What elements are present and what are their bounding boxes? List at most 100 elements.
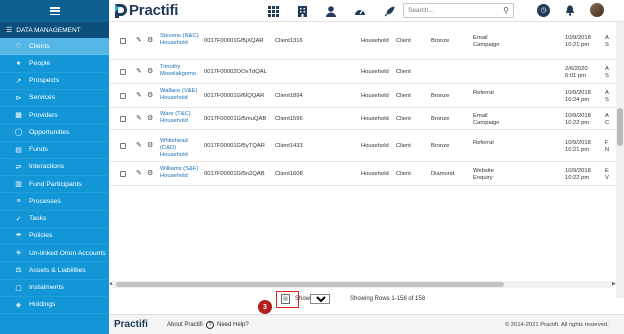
gear-icon[interactable]: ⚙	[147, 142, 153, 149]
horizontal-scroll-thumb[interactable]	[116, 282, 504, 287]
page-size-select[interactable]: 200	[310, 294, 330, 304]
lead-source: Referral	[473, 90, 494, 96]
sidebar-item-label: Tasks	[29, 215, 47, 223]
sidebar-item-assets-liabilities[interactable]: ⚖ Assets & Liabilities	[0, 262, 109, 280]
sidebar-item-instalments[interactable]: ▢ Instalments	[0, 280, 109, 297]
edit-icon[interactable]: ✎	[136, 115, 142, 122]
client-name-link[interactable]: Whitehead (C&D) Household	[160, 138, 202, 159]
building-icon[interactable]	[296, 5, 308, 17]
edit-icon[interactable]: ✎	[136, 92, 142, 99]
clock-icon[interactable]: ◷	[537, 3, 550, 17]
edit-icon[interactable]: ✎	[136, 170, 142, 177]
link-icon: ✳	[15, 250, 22, 258]
sidebar-item-processes[interactable]: ≡ Processes	[0, 193, 109, 211]
search-input[interactable]	[408, 7, 498, 14]
sidebar-item-prospects[interactable]: ↗ Prospects	[0, 73, 109, 90]
about-link[interactable]: About Practifi	[167, 322, 203, 328]
person-icon: ●	[16, 59, 21, 67]
sidebar-item-label: Processes	[29, 197, 61, 205]
sidebar-item-services[interactable]: ⊳ Services	[0, 90, 109, 107]
search-icon[interactable]: ⚲	[503, 6, 509, 15]
sidebar-item-fund-participants[interactable]: ▥ Fund Participants	[0, 176, 109, 194]
gear-icon[interactable]: ⚙	[147, 68, 153, 75]
gear-icon[interactable]: ⚙	[147, 92, 153, 99]
help-icon[interactable]: ?	[206, 321, 214, 329]
gear-icon[interactable]: ⚙	[147, 170, 153, 177]
horizontal-scrollbar[interactable]	[112, 281, 612, 288]
vertical-scroll-thumb[interactable]	[617, 108, 623, 146]
sidebar-item-holdings[interactable]: ◈ Holdings	[0, 297, 109, 314]
bell-icon[interactable]	[564, 4, 576, 16]
record-id: 0017F00001Gf5muQAB	[204, 116, 267, 122]
modified-time: 10:24 pm	[565, 97, 590, 103]
record-type: Household	[361, 93, 389, 99]
sidebar-item-clients[interactable]: ♡ Clients	[0, 38, 109, 56]
row-checkbox[interactable]	[120, 93, 126, 99]
copyright: © 2014-2021 Practifi. All rights reserve…	[505, 322, 609, 328]
table-row: ✎ ⚙ Wallace (V&E) Household 0017F00001Gf6lQ…	[109, 84, 616, 108]
client-name-link[interactable]: Stevens (N&C) Household	[160, 33, 202, 47]
row-checkbox[interactable]	[120, 38, 126, 44]
vertical-scrollbar[interactable]	[616, 22, 624, 298]
service-tier: Bronze	[431, 38, 450, 44]
modified-date: 2/6/2020	[565, 66, 588, 72]
record-type: Household	[361, 38, 389, 44]
row-checkbox[interactable]	[120, 143, 126, 149]
fund-icon: ▤	[15, 146, 22, 154]
sidebar-toggle[interactable]	[0, 0, 109, 22]
sidebar-item-label: Opportunities	[29, 128, 70, 136]
rocket-icon[interactable]	[383, 5, 395, 17]
sidebar-item-label: Fund Participants	[29, 180, 82, 188]
modified-date: 10/9/2018	[565, 168, 591, 174]
edit-icon[interactable]: ✎	[136, 68, 142, 75]
sidebar-item-label: Prospects	[29, 77, 60, 85]
row-checkbox[interactable]	[120, 171, 126, 177]
sidebar-item-funds[interactable]: ▤ Funds	[0, 142, 109, 159]
sidebar-item-un-linked-orion-accounts[interactable]: ✳ Un-linked Orion Accounts	[0, 245, 109, 263]
record-type: Household	[361, 171, 389, 177]
sidebar-item-label: Instalments	[29, 284, 64, 292]
lead-source: Referral	[473, 140, 494, 146]
sidebar-item-people[interactable]: ● People	[0, 55, 109, 73]
client-number: Client1316	[275, 38, 303, 44]
tag-icon: ⊳	[15, 94, 22, 102]
sidebar-item-policies[interactable]: ☂ Policies	[0, 228, 109, 245]
modified-date: 10/9/2018	[565, 35, 591, 41]
sidebar-item-providers[interactable]: ▦ Providers	[0, 107, 109, 125]
scroll-right-icon[interactable]: ▶	[612, 281, 616, 287]
edit-icon[interactable]: ✎	[136, 142, 142, 149]
record-category: Client	[396, 93, 411, 99]
record-id: 0017F00002OOxTdQAL	[204, 69, 267, 75]
export-csv-icon[interactable]: ▤	[281, 294, 290, 304]
layers-icon: ◈	[15, 301, 22, 309]
global-search[interactable]: ⚲	[403, 3, 514, 18]
modified-time: 10:21 pm	[565, 147, 590, 153]
client-name-link[interactable]: Timothy Moselakgomo	[160, 64, 202, 78]
sidebar-item-opportunities[interactable]: ◯ Opportunities	[0, 124, 109, 142]
owner-initials: E V	[605, 168, 609, 181]
user-icon[interactable]	[325, 5, 337, 17]
sidebar-section-header[interactable]: ☰ DATA MANAGEMENT	[0, 22, 109, 38]
avatar[interactable]	[590, 3, 604, 17]
need-help-link[interactable]: Need Help?	[217, 322, 249, 328]
practifi-logo[interactable]: Practifi	[113, 2, 178, 19]
sidebar-item-tasks[interactable]: ✓ Tasks	[0, 211, 109, 228]
sidebar-section-label: DATA MANAGEMENT	[16, 26, 81, 34]
client-name-link[interactable]: Wallace (V&E) Household	[160, 88, 202, 102]
dashboard-gauge-icon[interactable]	[354, 5, 366, 17]
modified-date: 10/9/2018	[565, 90, 591, 96]
client-name-link[interactable]: Ware (T&C) Household	[160, 111, 202, 125]
lead-source: Website Enquiry	[473, 168, 494, 181]
menu-icon[interactable]	[49, 7, 60, 15]
row-checkbox[interactable]	[120, 69, 126, 75]
edit-icon[interactable]: ✎	[136, 37, 142, 44]
client-name-link[interactable]: Williams (S&F) Household	[160, 166, 202, 180]
gear-icon[interactable]: ⚙	[147, 37, 153, 44]
modified-time: 10:22 pm	[565, 175, 590, 181]
calendar-icon: ▢	[15, 284, 22, 292]
gear-icon[interactable]: ⚙	[147, 115, 153, 122]
row-checkbox[interactable]	[120, 116, 126, 122]
sidebar-item-interactions[interactable]: ⇄ Interactions	[0, 159, 109, 176]
apps-grid-icon[interactable]	[267, 5, 279, 17]
chat-icon: ◯	[14, 129, 23, 137]
